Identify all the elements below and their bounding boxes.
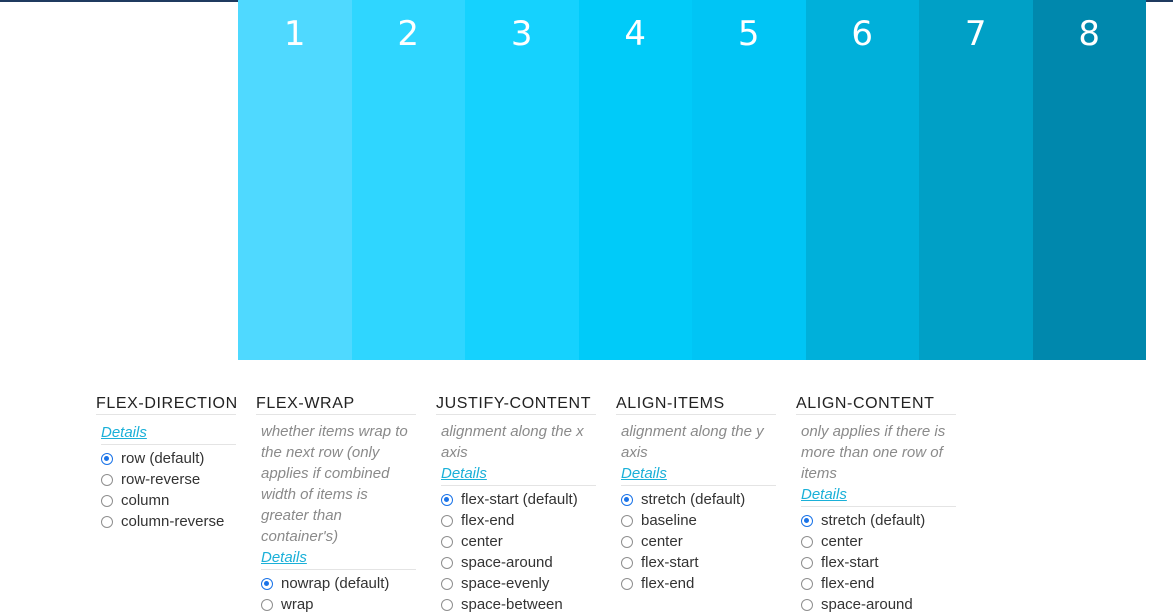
flex-direction-title: FLEX-DIRECTION [96,393,237,415]
radio-label: nowrap (default) [281,575,390,592]
align-items-title: ALIGN-ITEMS [616,393,776,415]
align-items-group: ALIGN-ITEMS alignment along the y axis D… [616,393,776,594]
radio-label: baseline [641,512,697,529]
flex-item-6: 6 [805,0,919,360]
flex-wrap-title: FLEX-WRAP [256,393,416,415]
justify-content-details-link[interactable]: Details [441,463,596,486]
radio-button-icon[interactable] [441,577,453,590]
align-content-group: ALIGN-CONTENT only applies if there is m… [796,393,956,615]
radio-label: center [641,533,683,550]
align-content-description: only applies if there is more than one r… [801,423,946,482]
radio-label: space-around [461,554,553,571]
radio-button-icon[interactable] [441,535,453,548]
radio-button-icon[interactable] [801,535,813,548]
radio-label: row-reverse [121,471,201,488]
radio-stretch[interactable]: stretch (default) [621,489,776,510]
radio-label: flex-end [461,512,515,529]
radio-space-around[interactable]: space-around [441,552,596,573]
justify-content-description: alignment along the x axis [441,423,584,461]
flex-direction-details-link[interactable]: Details [101,422,236,445]
radio-button-icon[interactable] [101,473,113,486]
radio-center[interactable]: center [621,531,776,552]
radio-center[interactable]: center [441,531,596,552]
flex-item-5: 5 [692,0,806,360]
align-content-details-link[interactable]: Details [801,484,956,507]
radio-space-around[interactable]: space-around [801,594,956,615]
radio-space-between[interactable]: space-between [441,594,596,615]
flex-container-demo: 1 2 3 4 5 6 7 8 [238,0,1146,360]
flex-direction-group: FLEX-DIRECTION Details row (default) row… [96,393,237,532]
flex-item-3: 3 [465,0,579,360]
align-items-description: alignment along the y axis [621,423,764,461]
radio-center[interactable]: center [801,531,956,552]
radio-label: flex-start (default) [461,491,578,508]
radio-label: stretch (default) [641,491,746,508]
radio-flex-start[interactable]: flex-start [621,552,776,573]
radio-label: space-between [461,596,563,613]
align-items-details-link[interactable]: Details [621,463,776,486]
radio-label: flex-end [641,575,695,592]
radio-label: flex-start [641,554,699,571]
radio-flex-start[interactable]: flex-start [801,552,956,573]
radio-label: wrap [281,596,314,613]
radio-button-icon[interactable] [441,493,453,506]
radio-label: center [461,533,503,550]
radio-button-icon[interactable] [101,494,113,507]
radio-wrap[interactable]: wrap [261,594,416,615]
radio-button-icon[interactable] [441,556,453,569]
radio-column-reverse[interactable]: column-reverse [101,511,236,532]
align-content-title: ALIGN-CONTENT [796,393,956,415]
flex-item-1: 1 [238,0,352,360]
flex-controls-panel: FLEX-DIRECTION Details row (default) row… [96,393,956,615]
radio-button-icon[interactable] [621,493,633,506]
radio-button-icon[interactable] [261,598,273,611]
radio-label: stretch (default) [821,512,926,529]
flex-item-8: 8 [1032,0,1146,360]
flex-item-4: 4 [578,0,692,360]
radio-baseline[interactable]: baseline [621,510,776,531]
flex-wrap-group: FLEX-WRAP whether items wrap to the next… [256,393,416,615]
justify-content-title: JUSTIFY-CONTENT [436,393,596,415]
radio-button-icon[interactable] [801,577,813,590]
radio-button-icon[interactable] [801,598,813,611]
flex-wrap-details-link[interactable]: Details [261,547,416,570]
justify-content-group: JUSTIFY-CONTENT alignment along the x ax… [436,393,596,615]
flex-item-2: 2 [351,0,465,360]
radio-label: flex-start [821,554,879,571]
radio-button-icon[interactable] [441,514,453,527]
radio-row-reverse[interactable]: row-reverse [101,469,236,490]
radio-column[interactable]: column [101,490,236,511]
radio-space-evenly[interactable]: space-evenly [441,573,596,594]
radio-button-icon[interactable] [621,535,633,548]
radio-row[interactable]: row (default) [101,448,236,469]
radio-flex-start[interactable]: flex-start (default) [441,489,596,510]
radio-button-icon[interactable] [621,556,633,569]
radio-button-icon[interactable] [441,598,453,611]
radio-button-icon[interactable] [101,452,113,465]
radio-button-icon[interactable] [261,577,273,590]
radio-nowrap[interactable]: nowrap (default) [261,573,416,594]
radio-flex-end[interactable]: flex-end [621,573,776,594]
radio-button-icon[interactable] [621,514,633,527]
radio-label: column-reverse [121,513,225,530]
radio-flex-end[interactable]: flex-end [801,573,956,594]
radio-label: row (default) [121,450,205,467]
radio-label: center [821,533,863,550]
flex-item-7: 7 [919,0,1033,360]
radio-label: space-evenly [461,575,550,592]
radio-button-icon[interactable] [801,514,813,527]
radio-label: flex-end [821,575,875,592]
radio-button-icon[interactable] [101,515,113,528]
radio-label: column [121,492,170,509]
radio-flex-end[interactable]: flex-end [441,510,596,531]
radio-button-icon[interactable] [621,577,633,590]
radio-button-icon[interactable] [801,556,813,569]
radio-stretch[interactable]: stretch (default) [801,510,956,531]
flex-wrap-description: whether items wrap to the next row (only… [261,423,408,545]
radio-label: space-around [821,596,913,613]
